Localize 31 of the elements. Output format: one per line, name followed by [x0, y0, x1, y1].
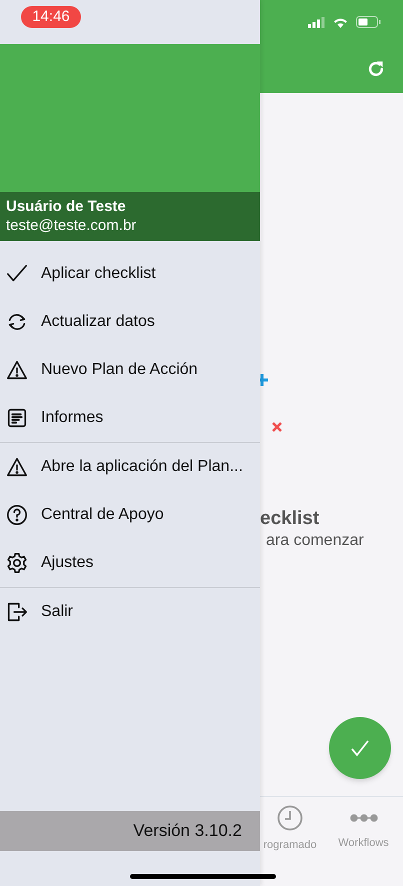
check-fab[interactable] [329, 717, 391, 779]
clock-icon [277, 805, 303, 831]
workflow-icon [350, 814, 378, 822]
help-icon [6, 504, 28, 526]
cross-icon [272, 422, 282, 432]
menu-item[interactable]: Salir [0, 588, 260, 636]
user-name: Usuário de Teste [6, 197, 127, 216]
plus-icon [258, 374, 268, 386]
battery-icon [356, 16, 381, 28]
empty-state-subtitle: ara comenzar [265, 531, 364, 551]
menu-item[interactable]: Informes [0, 394, 260, 442]
settings-icon [6, 552, 28, 574]
document-icon [6, 407, 28, 429]
warning-icon [6, 359, 28, 381]
empty-state-title: ecklist [260, 507, 320, 531]
menu-item[interactable]: Actualizar datos [0, 298, 260, 346]
sync-icon [6, 311, 28, 333]
check-icon [350, 739, 370, 757]
wifi-icon [333, 16, 348, 28]
refresh-icon [366, 58, 386, 78]
time-badge: 14:46 [21, 6, 81, 28]
menu-item[interactable]: Ajustes [0, 539, 260, 587]
menu-item[interactable]: Central de Apoyo [0, 491, 260, 539]
user-email: teste@teste.com.br [6, 216, 138, 236]
menu-item[interactable]: Nuevo Plan de Acción [0, 346, 260, 394]
version-bar: Versión 3.10.2 [0, 811, 260, 851]
warning-icon [6, 456, 28, 478]
menu-item[interactable]: Abre la aplicación del Plan... [0, 443, 260, 491]
menu-item[interactable]: Aplicar checklist [0, 250, 260, 298]
logout-icon [6, 601, 28, 623]
signal-icon [308, 16, 325, 28]
